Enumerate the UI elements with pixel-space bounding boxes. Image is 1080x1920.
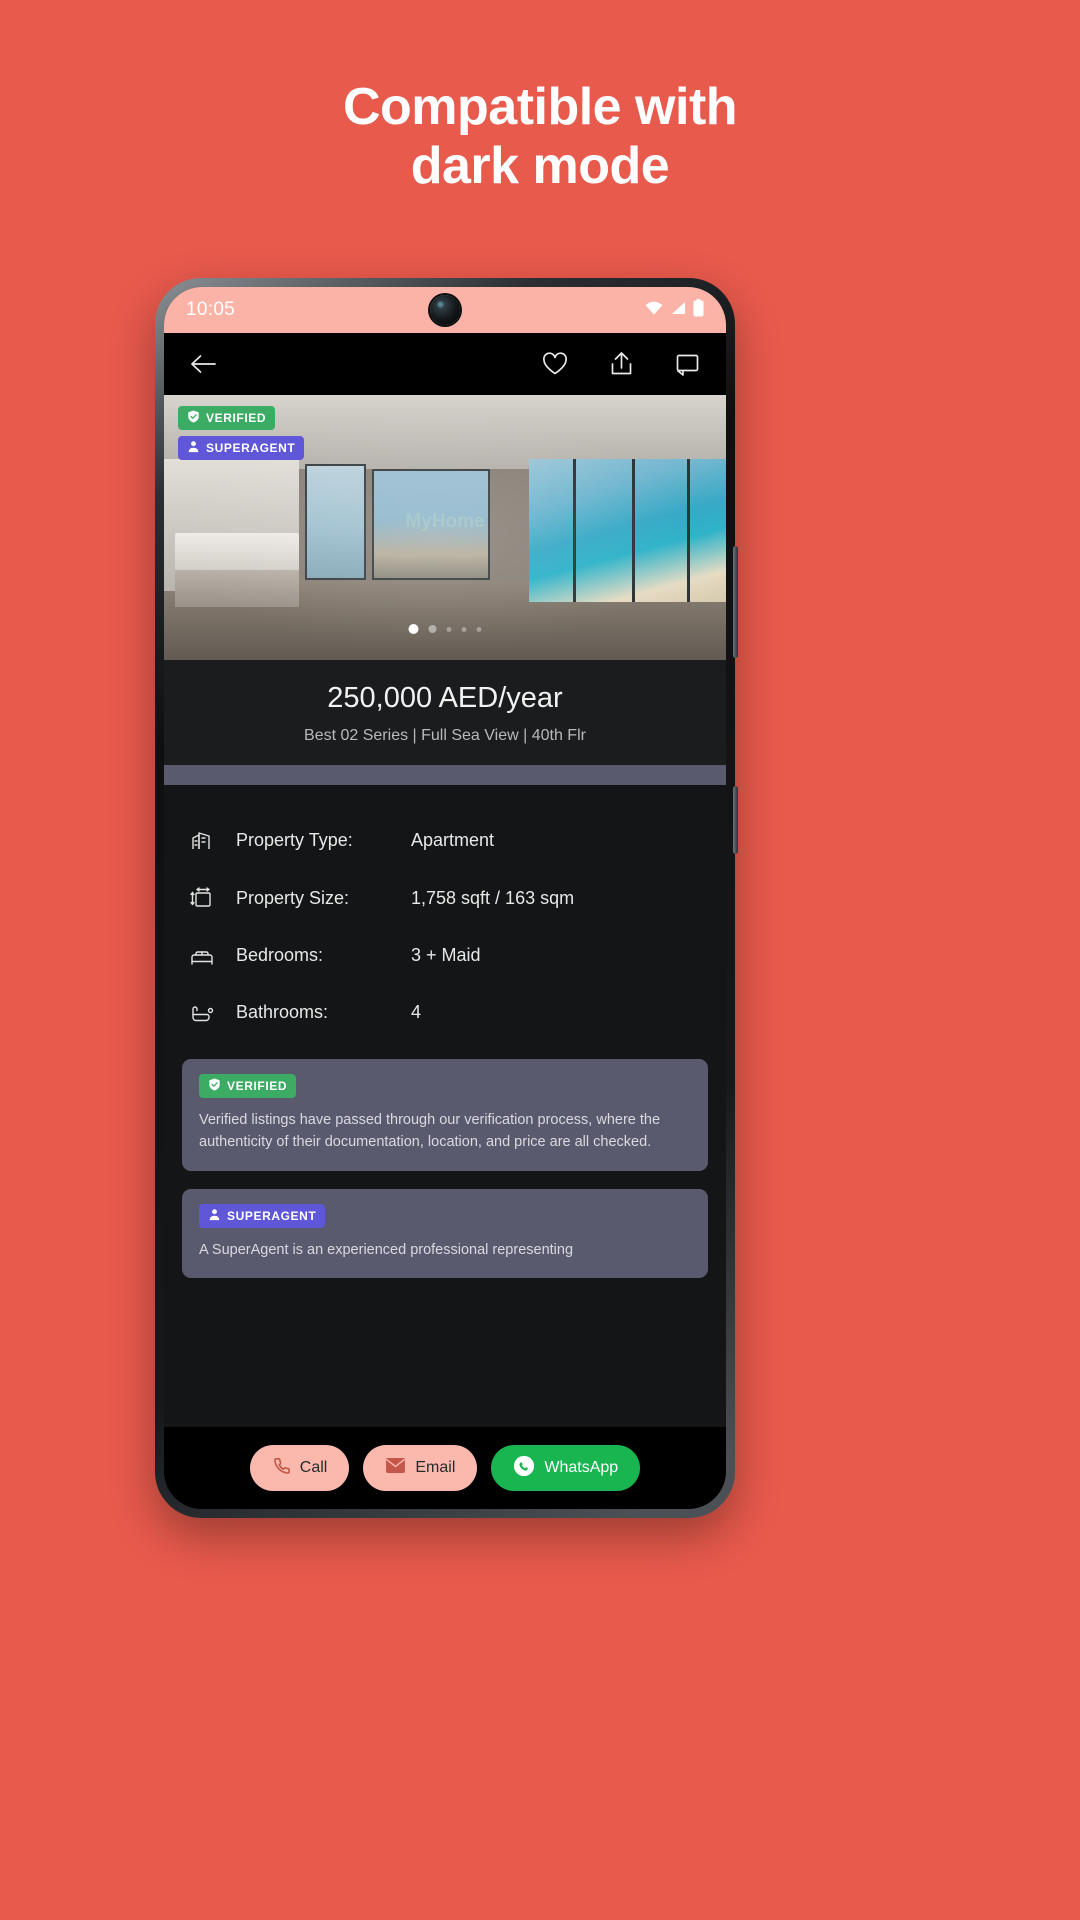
- area-size-icon: [190, 887, 236, 909]
- listing-scroll-body[interactable]: Property Type: Apartment Property Size: …: [164, 785, 726, 1509]
- back-arrow-icon[interactable]: [190, 353, 217, 375]
- phone-icon: [272, 1456, 291, 1480]
- promo-headline-line1: Compatible with: [342, 78, 738, 136]
- phone-screen: 10:05 MyHome VERIFIED SUPERAGENT 250,000…: [164, 287, 726, 1509]
- gallery-dot[interactable]: [428, 625, 437, 633]
- contact-action-bar: Call Email WhatsApp: [164, 1427, 726, 1509]
- battery-icon: [693, 298, 704, 322]
- badge-superagent: SUPERAGENT: [199, 1203, 326, 1228]
- detail-label: Property Size:: [236, 887, 350, 908]
- shield-check-icon: [208, 1078, 221, 1094]
- info-card-verified: VERIFIED Verified listings have passed t…: [182, 1059, 708, 1171]
- building-icon: [190, 829, 236, 851]
- status-icons: [645, 298, 704, 322]
- heart-icon[interactable]: [542, 352, 568, 376]
- cellular-signal-icon: [670, 301, 686, 320]
- whatsapp-icon: [513, 1455, 535, 1482]
- info-card-body: A SuperAgent is an experienced professio…: [199, 1241, 574, 1258]
- detail-value: Apartment: [411, 829, 495, 850]
- share-icon[interactable]: [610, 351, 633, 377]
- detail-row-property-size: Property Size: 1,758 sqft / 163 sqm: [190, 869, 700, 927]
- whatsapp-button-label: WhatsApp: [544, 1459, 619, 1476]
- section-divider: [164, 765, 726, 785]
- gallery-pagination-dots[interactable]: [408, 624, 482, 634]
- power-button[interactable]: [733, 786, 738, 854]
- detail-row-bedrooms: Bedrooms: 3 + Maid: [190, 927, 700, 984]
- status-time: 10:05: [186, 299, 236, 320]
- gallery-dot[interactable]: [461, 626, 467, 632]
- status-bar: 10:05: [164, 287, 726, 333]
- detail-value: 3 + Maid: [411, 945, 481, 965]
- bathtub-icon: [190, 1003, 236, 1023]
- email-button-label: Email: [415, 1459, 456, 1476]
- detail-label: Property Type:: [236, 829, 353, 850]
- photo-watermark: MyHome: [405, 511, 485, 533]
- badge-verified: VERIFIED: [178, 406, 276, 430]
- email-button[interactable]: Email: [363, 1445, 478, 1491]
- badge-superagent-label: SUPERAGENT: [206, 441, 296, 455]
- detail-row-property-type: Property Type: Apartment: [190, 811, 700, 869]
- phone-mockup: 10:05 MyHome VERIFIED SUPERAGENT 250,000…: [155, 278, 738, 1518]
- badge-verified-label: VERIFIED: [206, 411, 267, 425]
- agent-badge-icon: [187, 440, 200, 456]
- call-button-label: Call: [299, 1459, 328, 1476]
- detail-value: 1,758 sqft / 163 sqm: [411, 887, 575, 908]
- promo-headline: Compatible with dark mode: [0, 78, 1080, 196]
- listing-price: 250,000 AED/year: [327, 682, 563, 714]
- bed-icon: [190, 946, 236, 966]
- gallery-dot[interactable]: [446, 626, 452, 632]
- badge-label: VERIFIED: [227, 1079, 288, 1093]
- app-top-nav: [164, 333, 726, 395]
- property-details-list: Property Type: Apartment Property Size: …: [164, 785, 726, 1045]
- listing-subtitle: Best 02 Series | Full Sea View | 40th Fl…: [304, 727, 586, 744]
- flag-icon[interactable]: [675, 352, 700, 377]
- whatsapp-button[interactable]: WhatsApp: [491, 1445, 641, 1491]
- agent-badge-icon: [208, 1208, 221, 1224]
- price-block: 250,000 AED/year Best 02 Series | Full S…: [164, 660, 726, 765]
- call-button[interactable]: Call: [249, 1445, 350, 1491]
- badge-label: SUPERAGENT: [227, 1208, 317, 1223]
- info-card-superagent: SUPERAGENT A SuperAgent is an experience…: [182, 1188, 708, 1279]
- detail-row-bathrooms: Bathrooms: 4: [190, 984, 700, 1041]
- front-camera-punch-hole: [430, 295, 460, 325]
- volume-button[interactable]: [733, 546, 738, 658]
- gallery-dot-active[interactable]: [408, 624, 419, 634]
- detail-label: Bedrooms:: [236, 945, 324, 965]
- gallery-badges: VERIFIED SUPERAGENT: [178, 406, 305, 460]
- shield-check-icon: [187, 410, 200, 426]
- detail-value: 4: [411, 1002, 422, 1022]
- detail-label: Bathrooms:: [236, 1002, 329, 1022]
- app-nav-actions: [542, 351, 700, 377]
- envelope-icon: [385, 1457, 406, 1479]
- promo-headline-line2: dark mode: [410, 136, 670, 195]
- badge-superagent: SUPERAGENT: [178, 436, 305, 460]
- listing-gallery[interactable]: MyHome VERIFIED SUPERAGENT: [164, 395, 726, 660]
- badge-verified: VERIFIED: [199, 1074, 297, 1098]
- wifi-icon: [645, 301, 663, 320]
- gallery-dot[interactable]: [476, 626, 482, 632]
- info-card-body: Verified listings have passed through ou…: [199, 1112, 661, 1151]
